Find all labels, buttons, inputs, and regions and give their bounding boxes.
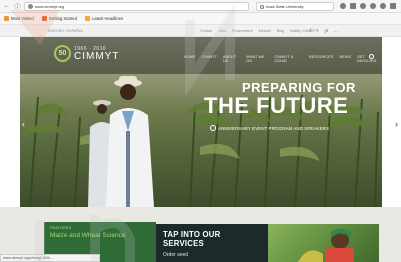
bookmark-latest-headlines[interactable]: Latest Headlines [84,16,124,21]
site-top-strip: ENGLISH / ESPAÑOL Contact Jobs Procureme… [0,25,401,37]
settings-icon[interactable] [380,3,386,9]
search-icon [260,4,264,9]
hero-title: PREPARING FOR THE FUTURE [204,80,356,117]
feature-tag: FEATURED [50,226,72,230]
menu-item-resources[interactable]: RESOURCES [309,55,334,63]
carousel-next-icon[interactable]: › [395,119,398,129]
link-jobs[interactable]: Jobs [218,29,226,33]
feature-title: Maize and Wheat Science [50,232,126,239]
most-visited-icon [4,16,9,21]
logo-50-icon: 50 [54,45,71,62]
site-header: 50 1966 - 2016 CIMMYT HOME CIMMYT ABOUT … [20,37,382,74]
menu-item-news[interactable]: NEWS [339,55,351,63]
rss-icon [84,16,90,21]
url-bar[interactable]: www.cimmyt.org [24,2,249,11]
main-menu: HOME CIMMYT ABOUT US WHAT WE DO CIMMYT &… [184,55,382,63]
library-icon[interactable] [350,3,356,9]
home-icon[interactable] [370,3,376,9]
menu-item-what-we-do[interactable]: WHAT WE DO [246,55,268,63]
search-placeholder: Iowa State University [266,4,304,9]
link-contact[interactable]: Contact [200,29,212,33]
services-link-order-seed[interactable]: Order seed [163,252,261,258]
status-bar: www.cimmyt.org/cimmyt-50th... [0,254,100,262]
utility-links: Contact Jobs Procurement Intranet Blog I… [200,29,317,33]
firefox-icon [41,16,47,21]
link-intranet[interactable]: Intranet [259,29,271,33]
bookmark-getting-started[interactable]: Getting Started [41,16,77,21]
bookmark-label: Getting Started [48,16,77,21]
services-card[interactable]: TAP INTO OUR SERVICES Order seed [156,224,268,262]
social-links: f t yt ... [310,28,338,33]
person-foreground [106,76,154,207]
bookmark-most-visited[interactable]: Most Visited [4,16,34,21]
youtube-icon[interactable]: yt [325,28,329,33]
services-title: TAP INTO OUR SERVICES [163,230,221,248]
photo-card[interactable] [268,224,379,262]
link-procurement[interactable]: Procurement [232,29,253,33]
bookmark-label: Most Visited [11,16,34,21]
hero-subtitle-text: ANNIVERSARY EVENT PROGRAM AND SPEAKERS [218,125,330,131]
url-text: www.cimmyt.org [35,4,65,9]
menu-item-cimmyt[interactable]: CIMMYT [202,55,217,63]
link-blog[interactable]: Blog [277,29,284,33]
carousel-prev-icon[interactable]: ‹ [22,119,25,129]
facebook-icon[interactable]: f [310,28,311,33]
site-identity-icon [28,4,33,9]
browser-navbar: ← ⓘ www.cimmyt.org Iowa State University [0,0,401,13]
toolbar-icons [340,3,396,9]
twitter-icon[interactable]: t [317,28,318,33]
menu-item-about[interactable]: ABOUT US [223,55,240,63]
menu-item-home[interactable]: HOME [184,55,196,63]
info-icon[interactable]: ⓘ [13,2,22,11]
bookmark-label: Latest Headlines [91,16,124,21]
download-icon[interactable] [360,3,366,9]
hero-subtitle[interactable]: ANNIVERSARY EVENT PROGRAM AND SPEAKERS [210,125,329,131]
more-icon[interactable]: ... [334,28,338,33]
language-switch[interactable]: ENGLISH / ESPAÑOL [48,29,83,33]
bookmark-star-icon[interactable] [340,3,346,9]
site-search-icon[interactable] [369,54,374,59]
farmer-photo [298,228,354,262]
bookmarks-bar: Most Visited Getting Started Latest Head… [0,13,401,25]
menu-item-cimmyt-cgiar[interactable]: CIMMYT & CGIAR [274,55,302,63]
logo-name: CIMMYT [74,50,120,62]
browser-page: PREPARING FOR THE FUTURE ANNIVERSARY EVE… [0,0,401,262]
hero-line2: THE FUTURE [204,93,349,118]
back-icon[interactable]: ← [2,2,11,11]
anniversary-50-icon [210,125,216,131]
browser-search-input[interactable]: Iowa State University [256,2,334,11]
cimmyt-logo[interactable]: 50 1966 - 2016 CIMMYT [54,45,119,62]
menu-icon[interactable] [390,3,396,9]
